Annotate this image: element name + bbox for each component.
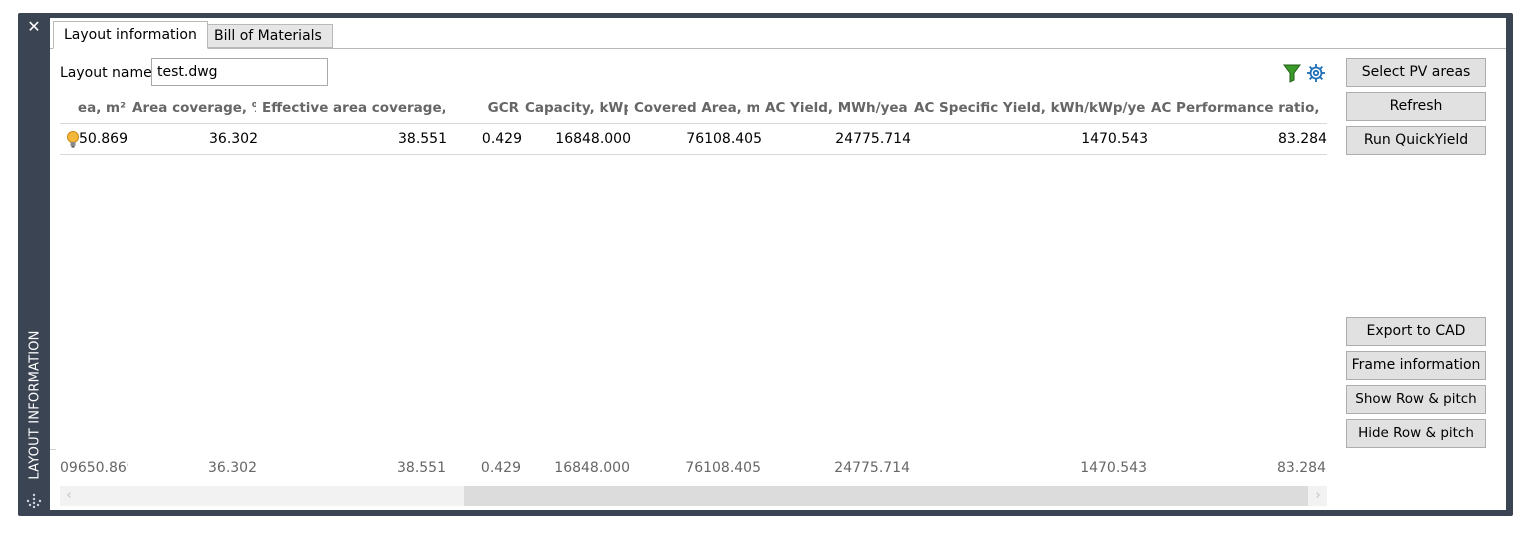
cell-ac-specific-yield: 1470.543 [1081, 131, 1148, 147]
summary-capacity: 16848.000 [554, 460, 630, 476]
column-header-capacity[interactable]: Capacity, kWp [525, 93, 628, 123]
summary-ac-yield: 24775.714 [834, 460, 910, 476]
summary-ac-specific-yield: 1470.543 [1080, 460, 1147, 476]
filter-icon[interactable] [1282, 63, 1302, 83]
cell-effective-area-coverage: 38.551 [398, 131, 447, 147]
tab-bill-of-materials[interactable]: Bill of Materials [203, 24, 333, 48]
gear-icon[interactable] [1306, 63, 1326, 83]
summary-effective-area-coverage: 38.551 [397, 460, 446, 476]
summary-area: 09650.869 [60, 460, 128, 476]
frame-information-button[interactable]: Frame information [1346, 351, 1486, 380]
grip-icon[interactable] [24, 492, 44, 512]
summary-area-coverage: 36.302 [208, 460, 257, 476]
column-header-covered-area[interactable]: Covered Area, m² [634, 93, 759, 123]
horizontal-scrollbar[interactable]: ‹ › [60, 486, 1327, 506]
summary-gcr: 0.429 [480, 460, 521, 476]
layout-name-input[interactable]: test.dwg [151, 58, 328, 86]
summary-row-wrapper: 09650.869 36.302 38.551 0.429 16848.000 … [60, 453, 1327, 483]
cell-area: 50.869 [79, 131, 128, 147]
column-header-area[interactable]: ea, m² [60, 93, 126, 123]
column-header-gcr[interactable]: GCR [451, 93, 519, 123]
summary-row: 09650.869 36.302 38.551 0.429 16848.000 … [60, 453, 1327, 483]
layout-name-label: Layout name [60, 65, 152, 81]
table-row[interactable]: 50.869 36.302 38.551 0.429 16848.000 761… [60, 124, 1327, 155]
cell-ac-yield: 24775.714 [835, 131, 911, 147]
cell-covered-area: 76108.405 [686, 131, 762, 147]
summary-covered-area: 76108.405 [685, 460, 761, 476]
scrollbar-thumb[interactable] [464, 486, 1308, 506]
summary-ac-performance-ratio: 83.284 [1277, 460, 1326, 476]
column-header-ac-yield[interactable]: AC Yield, MWh/year [765, 93, 908, 123]
palette-title: LAYOUT INFORMATION [27, 330, 43, 480]
column-header-ac-performance-ratio[interactable]: AC Performance ratio, % [1151, 93, 1324, 123]
hide-row-pitch-button[interactable]: Hide Row & pitch [1346, 419, 1486, 448]
column-header-ac-specific-yield[interactable]: AC Specific Yield, kWh/kWp/year [914, 93, 1145, 123]
cell-gcr: 0.429 [481, 131, 522, 147]
tabs-divider [50, 48, 1506, 49]
tab-layout-information[interactable]: Layout information [53, 21, 208, 49]
results-grid[interactable]: ea, m² Area coverage, % Effective area c… [60, 93, 1327, 413]
cell-area-coverage: 36.302 [209, 131, 258, 147]
grid-header-row: ea, m² Area coverage, % Effective area c… [60, 93, 1327, 124]
close-icon[interactable]: ✕ [18, 15, 50, 39]
show-row-pitch-button[interactable]: Show Row & pitch [1346, 385, 1486, 414]
export-to-cad-button[interactable]: Export to CAD [1346, 317, 1486, 346]
column-header-area-coverage[interactable]: Area coverage, % [132, 93, 256, 123]
scroll-left-icon[interactable]: ‹ [60, 486, 78, 506]
refresh-button[interactable]: Refresh [1346, 92, 1486, 121]
cell-capacity: 16848.000 [555, 131, 631, 147]
cell-ac-performance-ratio: 83.284 [1278, 131, 1327, 147]
run-quickyield-button[interactable]: Run QuickYield [1346, 126, 1486, 155]
select-pv-areas-button[interactable]: Select PV areas [1346, 58, 1486, 87]
scroll-right-icon[interactable]: › [1309, 486, 1327, 506]
column-header-effective-area-coverage[interactable]: Effective area coverage, % [262, 93, 445, 123]
layout-panel: Layout information Bill of Materials Lay… [50, 18, 1506, 510]
summary-divider [50, 449, 56, 450]
